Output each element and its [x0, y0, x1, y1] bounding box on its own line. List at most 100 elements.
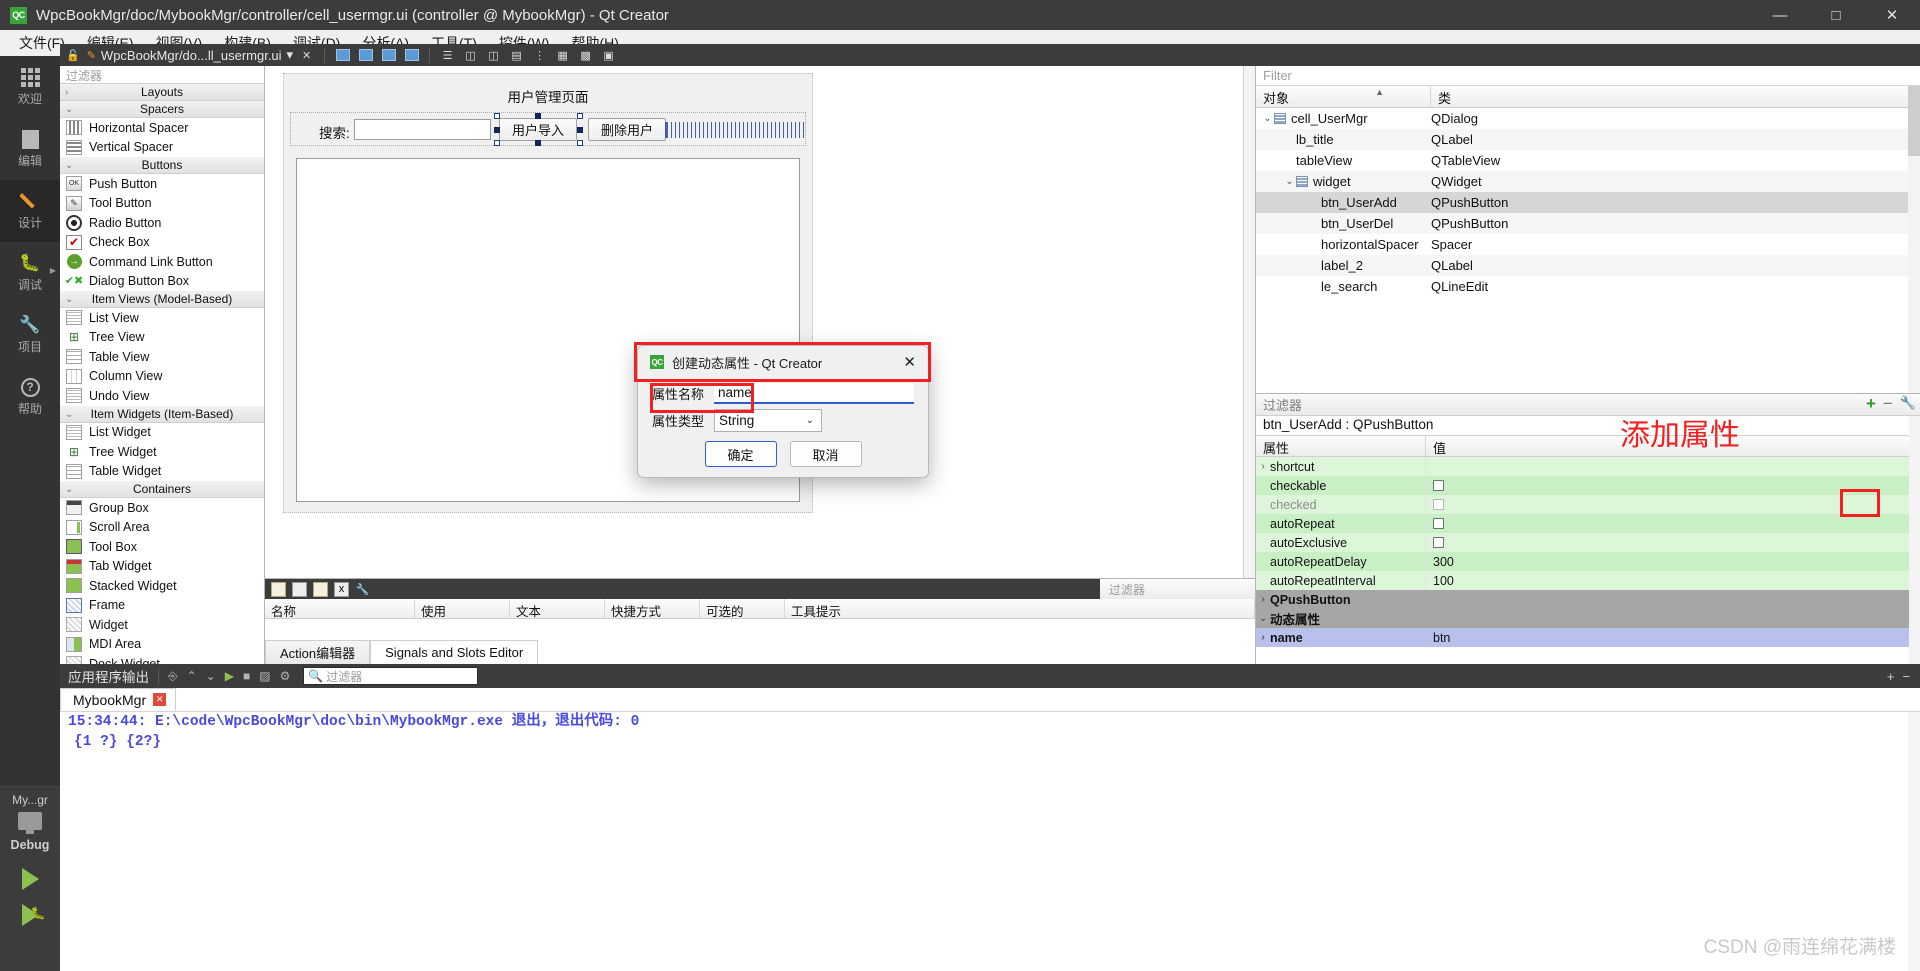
- dialog-close-icon[interactable]: ✕: [903, 353, 916, 371]
- mode-welcome[interactable]: 欢迎: [0, 56, 60, 118]
- property-row-checkable[interactable]: checkable: [1256, 476, 1920, 495]
- widget-item-list-view[interactable]: List View: [60, 308, 264, 328]
- dialog-type-select[interactable]: String ⌄: [714, 408, 822, 432]
- widget-item-list-widget[interactable]: List Widget: [60, 423, 264, 443]
- object-row-horizontalspacer[interactable]: horizontalSpacer Spacer: [1256, 234, 1920, 255]
- dialog-cancel-button[interactable]: 取消: [789, 441, 862, 467]
- configure-icon[interactable]: 🔧: [355, 582, 370, 597]
- debug-button[interactable]: 🐛: [21, 904, 45, 926]
- selection-handle-bc[interactable]: [535, 140, 541, 146]
- property-value[interactable]: 100: [1426, 571, 1920, 590]
- scrollbar-thumb[interactable]: [1908, 86, 1920, 156]
- object-col-class[interactable]: 类: [1431, 86, 1920, 107]
- mode-design[interactable]: 设计: [0, 180, 60, 242]
- property-editor-filter[interactable]: 过滤器: [1263, 395, 1302, 414]
- edit-tab-order-icon[interactable]: [402, 47, 421, 64]
- widget-item-table-widget[interactable]: Table Widget: [60, 462, 264, 482]
- edit-buddies-icon[interactable]: [379, 47, 398, 64]
- object-inspector-filter[interactable]: Filter: [1256, 66, 1920, 86]
- output-filter-input[interactable]: 🔍 过滤器: [303, 667, 479, 685]
- widget-item-column-view[interactable]: Column View: [60, 367, 264, 387]
- property-row-checked[interactable]: checked: [1256, 495, 1920, 514]
- action-col-text[interactable]: 文本: [510, 599, 605, 619]
- selection-handle-tr[interactable]: [577, 113, 583, 119]
- edit-signals-icon[interactable]: [356, 47, 375, 64]
- lock-icon[interactable]: 🔓: [66, 49, 80, 62]
- widget-item-tab-widget[interactable]: Tab Widget: [60, 557, 264, 577]
- form-search-input[interactable]: [354, 119, 491, 140]
- selection-handle-ml[interactable]: [494, 127, 500, 133]
- chevron-down-icon[interactable]: ⌄: [1261, 113, 1274, 124]
- play-icon[interactable]: ▶: [225, 669, 234, 683]
- checkbox-checkable[interactable]: [1433, 480, 1444, 491]
- tab-signals-slots-editor[interactable]: Signals and Slots Editor: [370, 640, 539, 664]
- dialog-name-input[interactable]: name: [714, 382, 914, 404]
- increase-font-icon[interactable]: +: [1887, 669, 1895, 684]
- widget-group-buttons[interactable]: ⌄ Buttons: [60, 157, 264, 174]
- wrench-icon[interactable]: 🔧: [1900, 395, 1916, 411]
- close-icon[interactable]: ✕: [153, 693, 167, 706]
- application-output-body[interactable]: 15:34:44: E:\code\WpcBookMgr\doc\bin\Myb…: [60, 712, 1920, 971]
- widget-item-widget[interactable]: Widget: [60, 615, 264, 635]
- delete-action-icon[interactable]: x: [334, 581, 349, 597]
- widget-item-frame[interactable]: Frame: [60, 596, 264, 616]
- widget-group-item-views[interactable]: ⌄ Item Views (Model-Based): [60, 291, 264, 308]
- selection-handle-tl[interactable]: [494, 113, 500, 119]
- layout-splitter-h-icon[interactable]: ◫: [484, 47, 503, 64]
- action-col-name[interactable]: 名称: [265, 599, 415, 619]
- minimize-button[interactable]: —: [1752, 0, 1808, 30]
- object-row-btn-useradd[interactable]: btn_UserAdd QPushButton: [1256, 192, 1920, 213]
- form-title-label[interactable]: 用户管理页面: [284, 86, 812, 106]
- widget-item-radio-button[interactable]: Radio Button: [60, 213, 264, 233]
- widget-item-command-link-button[interactable]: Command Link Button: [60, 252, 264, 272]
- layout-splitter-v-icon[interactable]: ▤: [507, 47, 526, 64]
- run-button[interactable]: [21, 868, 39, 890]
- property-group-qpushbutton[interactable]: › QPushButton: [1256, 590, 1920, 609]
- new-action-icon[interactable]: [271, 581, 286, 597]
- mode-help[interactable]: ? 帮助: [0, 366, 60, 428]
- selection-handle-br[interactable]: [577, 140, 583, 146]
- form-user-import-button[interactable]: 用户导入: [499, 118, 577, 141]
- object-row-lb-title[interactable]: lb_title QLabel: [1256, 129, 1920, 150]
- property-value[interactable]: [1426, 457, 1920, 476]
- chevron-right-icon[interactable]: ›: [1256, 594, 1270, 605]
- selection-handle-bl[interactable]: [494, 140, 500, 146]
- object-row-le-search[interactable]: le_search QLineEdit: [1256, 276, 1920, 297]
- mode-debug[interactable]: 🐛 调试 ▶: [0, 242, 60, 304]
- widget-item-group-box[interactable]: Group Box: [60, 498, 264, 518]
- edit-widgets-icon[interactable]: [333, 47, 352, 64]
- copy-action-icon[interactable]: [292, 581, 307, 597]
- object-row-tableview[interactable]: tableView QTableView: [1256, 150, 1920, 171]
- mode-edit[interactable]: 编辑: [0, 118, 60, 180]
- action-col-shortcut[interactable]: 快捷方式: [605, 599, 700, 619]
- mode-projects[interactable]: 🔧 项目: [0, 304, 60, 366]
- property-col-name[interactable]: 属性: [1256, 436, 1426, 456]
- action-editor-filter[interactable]: 过滤器: [1100, 579, 1255, 599]
- widget-item-check-box[interactable]: ✔ Check Box: [60, 233, 264, 253]
- widget-item-scroll-area[interactable]: Scroll Area: [60, 518, 264, 538]
- chevron-down-icon[interactable]: ⌄: [1256, 613, 1270, 624]
- object-row-cell-usermgr[interactable]: ⌄ cell_UserMgr QDialog: [1256, 108, 1920, 129]
- property-row-autorepeatinterval[interactable]: autoRepeatInterval 100: [1256, 571, 1920, 590]
- layout-form-icon[interactable]: ⋮: [530, 47, 549, 64]
- output-tab-mybookmgr[interactable]: MybookMgr ✕: [60, 688, 177, 711]
- property-row-shortcut[interactable]: › shortcut: [1256, 457, 1920, 476]
- object-row-label-2[interactable]: label_2 QLabel: [1256, 255, 1920, 276]
- stop-icon[interactable]: ■: [243, 669, 250, 683]
- output-vertical-scrollbar[interactable]: [1908, 712, 1920, 971]
- widget-item-tree-widget[interactable]: Tree Widget: [60, 442, 264, 462]
- checkbox-autorepeat[interactable]: [1433, 518, 1444, 529]
- property-row-autorepeatdelay[interactable]: autoRepeatDelay 300: [1256, 552, 1920, 571]
- widget-group-spacers[interactable]: ⌄ Spacers: [60, 101, 264, 118]
- property-row-autorepeat[interactable]: autoRepeat: [1256, 514, 1920, 533]
- property-value[interactable]: 300: [1426, 552, 1920, 571]
- selection-handle-mr[interactable]: [577, 127, 583, 133]
- paste-action-icon[interactable]: [313, 581, 328, 597]
- dialog-ok-button[interactable]: 确定: [704, 441, 777, 467]
- minus-icon[interactable]: −: [1883, 395, 1893, 412]
- break-layout-icon[interactable]: ▩: [576, 47, 595, 64]
- down-arrow-icon[interactable]: ⌄: [206, 669, 216, 683]
- up-arrow-icon[interactable]: ⌃: [187, 669, 197, 683]
- close-document-icon[interactable]: ✕: [297, 47, 316, 64]
- form-horizontal-spacer[interactable]: [665, 122, 805, 138]
